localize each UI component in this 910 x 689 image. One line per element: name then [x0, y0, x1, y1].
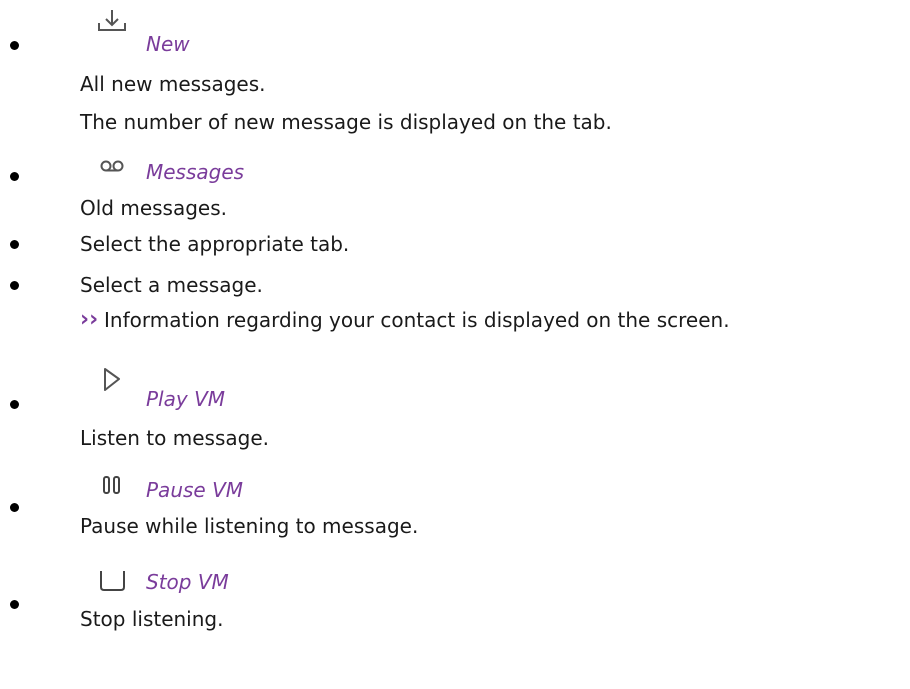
step-text: Select a message. — [80, 273, 263, 297]
bullet — [10, 240, 19, 249]
voicemail-icon — [96, 158, 128, 186]
play-icon — [96, 366, 128, 394]
bullet — [10, 503, 19, 512]
term-messages: Messages — [146, 160, 245, 184]
document-page: New All new messages. The number of new … — [0, 0, 910, 689]
bullet — [10, 281, 19, 290]
term-pause-vm: Pause VM — [146, 478, 244, 502]
bullet — [10, 172, 19, 181]
stop-icon — [96, 567, 128, 595]
download-tray-icon — [96, 8, 128, 36]
result-text: Information regarding your contact is di… — [104, 308, 730, 332]
pause-icon — [96, 472, 128, 500]
description-line: Listen to message. — [80, 426, 269, 450]
description-line: All new messages. — [80, 72, 266, 96]
description-line: Stop listening. — [80, 607, 224, 631]
description-line: The number of new message is displayed o… — [80, 110, 612, 134]
bullet — [10, 400, 19, 409]
bullet — [10, 600, 19, 609]
term-stop-vm: Stop VM — [146, 570, 229, 594]
term-play-vm: Play VM — [146, 387, 226, 411]
result-arrow-icon: ›› — [80, 307, 99, 332]
description-line: Old messages. — [80, 196, 228, 220]
description-line: Pause while listening to message. — [80, 514, 419, 538]
step-text: Select the appropriate tab. — [80, 232, 350, 256]
term-new: New — [146, 32, 190, 56]
bullet — [10, 41, 19, 50]
